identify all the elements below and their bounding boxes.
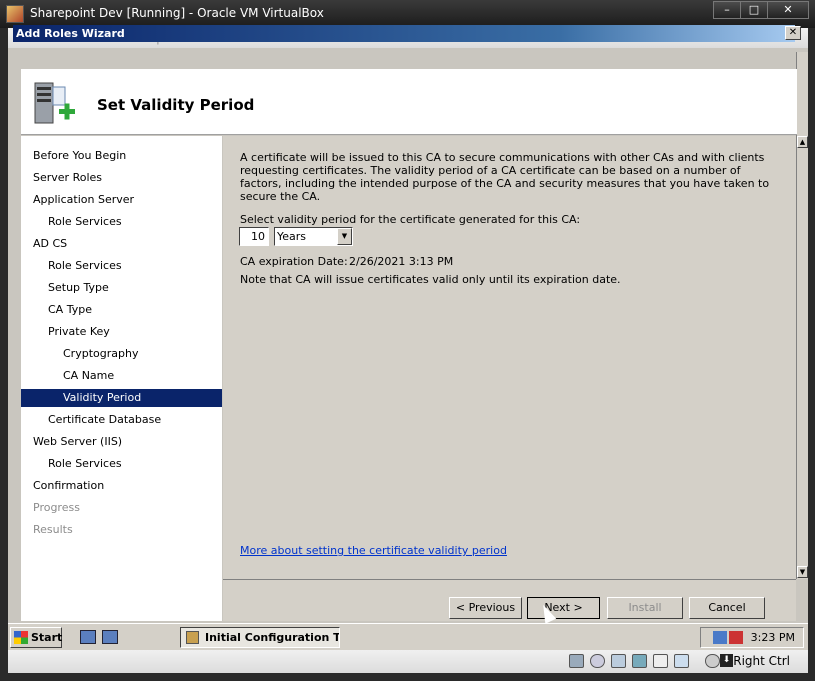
start-button[interactable]: Start [10, 627, 62, 648]
nav-validity-period[interactable]: Validity Period [21, 389, 222, 407]
nav-cryptography[interactable]: Cryptography [21, 345, 222, 363]
vertical-scrollbar[interactable]: ▲ ▼ [796, 52, 808, 579]
nav-confirmation[interactable]: Confirmation [21, 477, 222, 495]
nav-application-server[interactable]: Application Server [21, 191, 222, 209]
start-label: Start [31, 631, 63, 644]
minimize-button[interactable]: – [713, 1, 741, 19]
wizard-button-bar: < Previous Next > Install Cancel [223, 579, 796, 621]
nav-server-roles[interactable]: Server Roles [21, 169, 222, 187]
server-manager-icon[interactable] [80, 630, 96, 644]
shared-folders-icon[interactable] [653, 654, 668, 668]
hard-disk-icon[interactable] [569, 654, 584, 668]
nav-results: Results [33, 523, 73, 536]
initial-configuration-icon [186, 631, 199, 644]
nav-app-role-services[interactable]: Role Services [21, 213, 222, 231]
description-text: A certificate will be issued to this CA … [240, 151, 770, 203]
wizard-close-button[interactable]: ✕ [785, 26, 801, 40]
host-window-title: Sharepoint Dev [Running] - Oracle VM Vir… [30, 6, 324, 20]
system-tray: 3:23 PM [700, 627, 804, 648]
page-title: Set Validity Period [97, 96, 255, 114]
previous-button[interactable]: < Previous [449, 597, 522, 619]
nav-ca-name[interactable]: CA Name [21, 367, 222, 385]
nav-certificate-database[interactable]: Certificate Database [21, 411, 222, 429]
help-link[interactable]: More about setting the certificate valid… [240, 544, 507, 557]
nav-setup-type[interactable]: Setup Type [21, 279, 222, 297]
host-key-label: Right Ctrl [733, 654, 790, 668]
wizard-header: Set Validity Period [21, 69, 797, 135]
validity-period-input[interactable]: 10 [239, 227, 269, 246]
wizard-nav-pane: Before You Begin Server Roles Applicatio… [21, 136, 222, 621]
nav-before-you-begin[interactable]: Before You Begin [21, 147, 222, 165]
host-window-controls: – □ ✕ [713, 1, 809, 21]
network-adapter-icon[interactable] [632, 654, 647, 668]
dropdown-arrow-icon[interactable]: ▼ [337, 228, 352, 245]
nav-iis-role-services[interactable]: Role Services [21, 455, 222, 473]
mouse-integration-icon[interactable] [705, 654, 720, 668]
maximize-button[interactable]: □ [740, 1, 768, 19]
scroll-down-arrow-icon[interactable]: ▼ [797, 566, 808, 578]
optical-drive-icon[interactable] [590, 654, 605, 668]
nav-ca-type[interactable]: CA Type [21, 301, 222, 319]
host-titlebar: Sharepoint Dev [Running] - Oracle VM Vir… [0, 0, 815, 28]
usb-icon[interactable] [611, 654, 626, 668]
volume-muted-icon[interactable] [729, 631, 743, 644]
guest-taskbar: Start Initial Configuration T... 3:23 PM [8, 623, 808, 650]
windows-logo-icon [14, 631, 28, 644]
install-button: Install [607, 597, 683, 619]
show-desktop-icon[interactable] [102, 630, 118, 644]
validity-unit-value: Years [277, 230, 307, 243]
nav-adcs-role-services[interactable]: Role Services [21, 257, 222, 275]
nav-web-server-iis[interactable]: Web Server (IIS) [21, 433, 222, 451]
display-icon[interactable] [674, 654, 689, 668]
network-icon[interactable] [713, 631, 727, 644]
host-statusbar: ⬇ Right Ctrl [8, 650, 808, 673]
wizard-titlebar: Add Roles Wizard [13, 25, 795, 42]
clock: 3:23 PM [750, 631, 795, 644]
expiration-date-value: 2/26/2021 3:13 PM [349, 255, 454, 268]
taskbar-item-label: Initial Configuration T... [205, 631, 340, 644]
scroll-up-arrow-icon[interactable]: ▲ [797, 136, 808, 148]
virtualbox-app-icon [6, 5, 24, 23]
nav-private-key[interactable]: Private Key [21, 323, 222, 341]
cancel-button[interactable]: Cancel [689, 597, 765, 619]
nav-ad-cs[interactable]: AD CS [21, 235, 222, 253]
taskbar-item-initial-configuration[interactable]: Initial Configuration T... [180, 627, 340, 648]
validity-unit-select[interactable]: Years ▼ [274, 227, 353, 246]
nav-progress: Progress [33, 501, 80, 514]
wizard-content-pane: A certificate will be issued to this CA … [223, 136, 796, 579]
expiration-date-label: CA expiration Date: [240, 255, 348, 268]
server-add-icon [34, 82, 75, 124]
close-button[interactable]: ✕ [767, 1, 809, 19]
validity-period-label: Select validity period for the certifica… [240, 213, 581, 226]
expiration-note: Note that CA will issue certificates val… [240, 273, 621, 286]
host-key-arrow-icon: ⬇ [720, 654, 733, 667]
